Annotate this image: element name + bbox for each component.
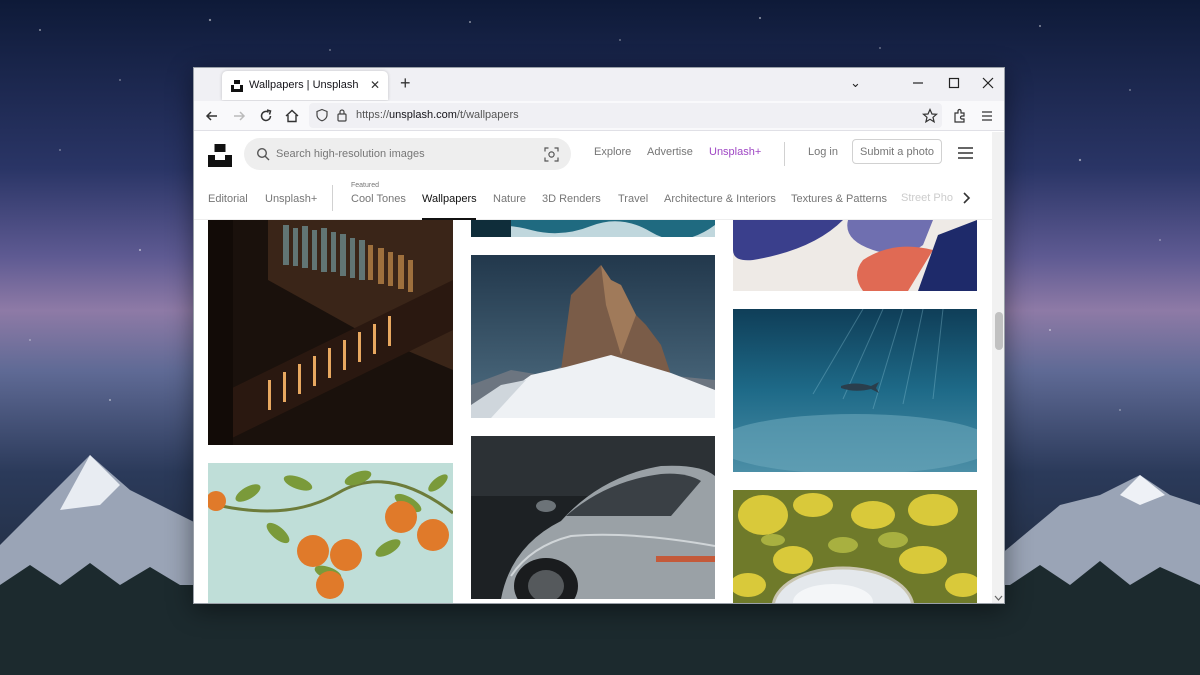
photo-dolomites-art (471, 255, 715, 418)
close-icon[interactable]: ✕ (370, 78, 380, 92)
topic-nav: Editorial Unsplash+ Featured Cool Tones … (194, 176, 992, 220)
unsplash-logo[interactable] (208, 144, 232, 167)
lock-icon[interactable] (336, 108, 348, 122)
scroll-thumb[interactable] (995, 312, 1003, 350)
reload-icon[interactable] (257, 107, 275, 125)
chevron-down-icon[interactable]: ⌄ (850, 74, 861, 92)
topic-travel[interactable]: Travel (618, 193, 648, 205)
topic-street-photography[interactable]: Street Pho (901, 192, 953, 204)
topic-textures-patterns[interactable]: Textures & Patterns (791, 193, 887, 205)
search-input[interactable] (276, 145, 526, 163)
topic-divider (332, 185, 333, 211)
explore-link[interactable]: Explore (594, 146, 631, 158)
topic-unsplash-plus[interactable]: Unsplash+ (265, 193, 317, 205)
topic-3d-renders[interactable]: 3D Renders (542, 193, 601, 205)
scrollbar[interactable] (992, 132, 1004, 603)
browser-window: Wallpapers | Unsplash ✕ + ⌄ https://unsp… (193, 67, 1005, 604)
plus-icon[interactable]: + (400, 73, 411, 93)
topic-cool-tones[interactable]: Cool Tones (351, 193, 406, 205)
featured-label: Featured (351, 182, 380, 189)
photo-ocean-aerial[interactable] (471, 220, 715, 237)
photo-oranges-art (208, 463, 453, 603)
photo-orange-tree[interactable] (208, 463, 453, 603)
browser-toolbar: https://unsplash.com/t/wallpapers (194, 101, 1004, 131)
photo-porsche-art (471, 436, 715, 599)
search-box[interactable] (244, 138, 571, 170)
topic-nature[interactable]: Nature (493, 193, 526, 205)
advertise-link[interactable]: Advertise (647, 146, 693, 158)
forward-icon[interactable] (230, 107, 248, 125)
url-text: https://unsplash.com/t/wallpapers (356, 109, 519, 121)
chevron-right-icon[interactable] (958, 190, 974, 206)
submit-photo-button[interactable]: Submit a photo (852, 139, 942, 164)
menu-icon[interactable] (978, 107, 996, 125)
photo-yellow-foliage[interactable] (733, 490, 977, 603)
search-icon[interactable] (256, 147, 270, 161)
photo-library-art (208, 220, 453, 445)
tab-title: Wallpapers | Unsplash (249, 79, 359, 91)
topic-wallpapers[interactable]: Wallpapers (422, 193, 477, 205)
photo-library-staircase[interactable] (208, 220, 453, 445)
close-window-icon[interactable] (982, 77, 994, 89)
tab-strip: Wallpapers | Unsplash ✕ + ⌄ (194, 68, 1004, 101)
topic-architecture-interiors[interactable]: Architecture & Interiors (664, 193, 776, 205)
header-divider (784, 142, 785, 166)
scroll-down-icon[interactable] (994, 594, 1003, 602)
page-viewport: Explore Advertise Unsplash+ Log in Submi… (194, 132, 992, 603)
unsplash-plus-link[interactable]: Unsplash+ (709, 146, 761, 158)
star-icon[interactable] (921, 107, 939, 125)
tab-wallpapers[interactable]: Wallpapers | Unsplash ✕ (222, 71, 388, 100)
minimize-icon[interactable] (912, 77, 924, 89)
shield-icon[interactable] (315, 108, 329, 122)
back-icon[interactable] (203, 107, 221, 125)
photo-abstract-art (733, 220, 977, 291)
site-header: Explore Advertise Unsplash+ Log in Submi… (194, 132, 992, 176)
home-icon[interactable] (283, 107, 301, 125)
photo-porsche[interactable] (471, 436, 715, 599)
tab-favicon-icon (231, 80, 243, 92)
photo-abstract-shapes[interactable] (733, 220, 977, 291)
url-bar[interactable]: https://unsplash.com/t/wallpapers (309, 103, 942, 128)
login-link[interactable]: Log in (808, 146, 838, 158)
photo-dolomites[interactable] (471, 255, 715, 418)
photo-shark-underwater[interactable] (733, 309, 977, 472)
photo-ocean-art (471, 220, 715, 237)
maximize-icon[interactable] (948, 77, 960, 89)
hamburger-icon[interactable] (958, 147, 973, 159)
topic-editorial[interactable]: Editorial (208, 193, 248, 205)
photo-foliage-art (733, 490, 977, 603)
visual-search-icon[interactable] (544, 147, 559, 162)
extensions-icon[interactable] (951, 107, 969, 125)
photo-shark-art (733, 309, 977, 472)
